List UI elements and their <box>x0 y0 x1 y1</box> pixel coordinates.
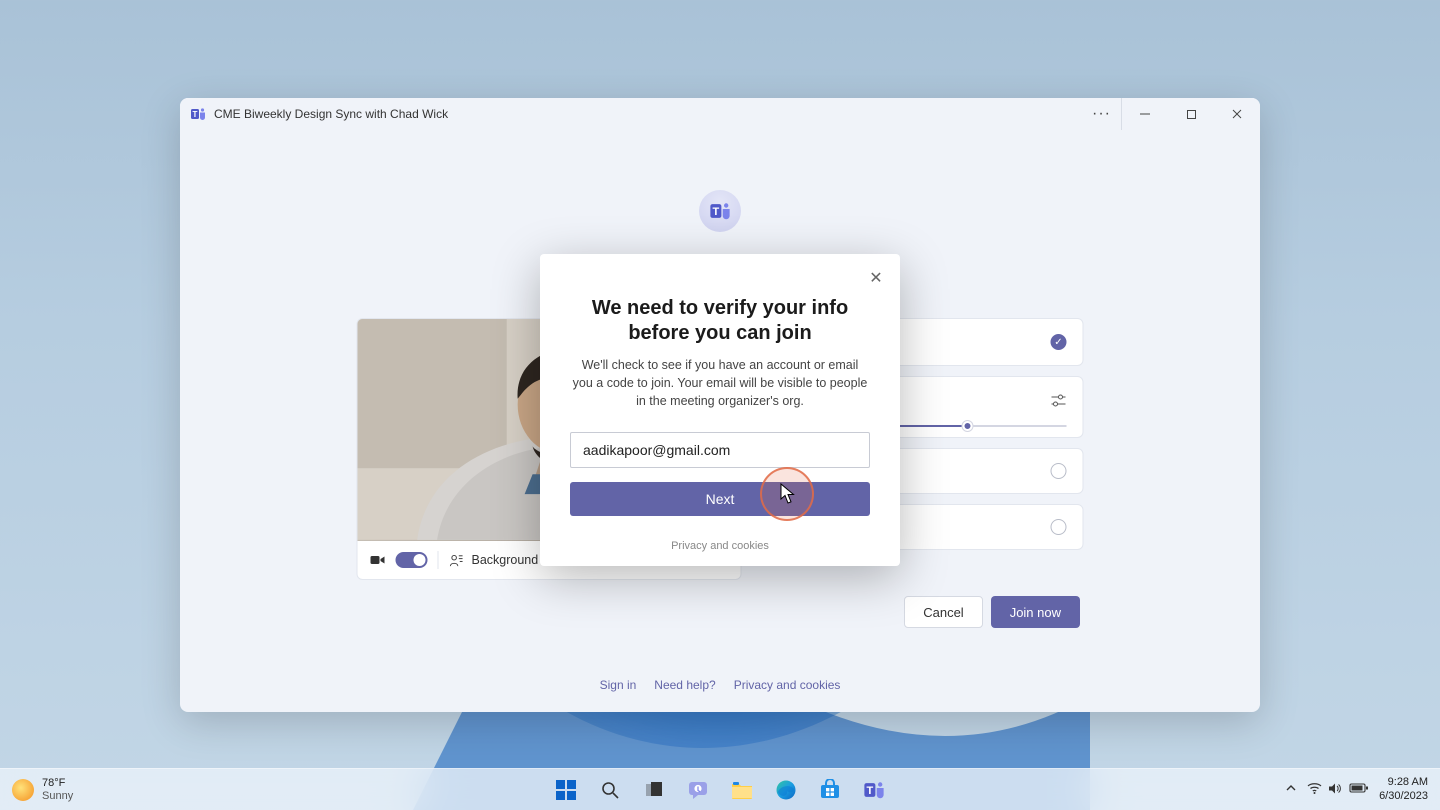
teams-app-icon: T <box>190 106 206 122</box>
need-help-link[interactable]: Need help? <box>654 678 715 692</box>
window-controls: ··· <box>1082 98 1260 130</box>
next-button[interactable]: Next <box>570 482 870 516</box>
dialog-body: We'll check to see if you have an accoun… <box>570 356 870 410</box>
taskbar-app-edge[interactable] <box>767 771 805 809</box>
camera-icon <box>370 552 386 568</box>
taskbar-app-explorer[interactable] <box>723 771 761 809</box>
titlebar: T CME Biweekly Design Sync with Chad Wic… <box>180 98 1260 130</box>
wifi-icon[interactable] <box>1307 782 1322 798</box>
window-minimize-button[interactable] <box>1122 98 1168 130</box>
taskbar: 78°F Sunny <box>0 768 1440 810</box>
verify-info-dialog: ✕ We need to verify your info before you… <box>540 254 900 566</box>
taskbar-app-chat[interactable] <box>679 771 717 809</box>
person-effects-icon <box>449 553 464 568</box>
radio-unchecked-icon <box>1051 519 1067 535</box>
join-now-button[interactable]: Join now <box>991 596 1080 628</box>
window-maximize-button[interactable] <box>1168 98 1214 130</box>
privacy-link[interactable]: Privacy and cookies <box>734 678 841 692</box>
window-close-button[interactable] <box>1214 98 1260 130</box>
window-title: CME Biweekly Design Sync with Chad Wick <box>214 107 448 121</box>
radio-checked-icon <box>1051 334 1067 350</box>
battery-icon[interactable] <box>1349 782 1369 797</box>
radio-unchecked-icon <box>1051 463 1067 479</box>
footer-links: Sign in Need help? Privacy and cookies <box>600 678 841 692</box>
dialog-privacy-link[interactable]: Privacy and cookies <box>570 540 870 552</box>
window-more-button[interactable]: ··· <box>1082 98 1122 130</box>
sliders-icon <box>1051 394 1067 411</box>
clock-time: 9:28 AM <box>1379 776 1428 789</box>
volume-icon[interactable] <box>1328 782 1343 798</box>
taskbar-right: 9:28 AM 6/30/2023 <box>1285 776 1428 802</box>
volume-slider-thumb[interactable] <box>963 421 973 431</box>
task-view-button[interactable] <box>635 771 673 809</box>
taskbar-app-teams[interactable]: T <box>855 771 893 809</box>
dialog-title: We need to verify your info before you c… <box>570 296 870 346</box>
separator <box>438 551 439 569</box>
weather-desc: Sunny <box>42 790 73 802</box>
svg-text:T: T <box>713 206 720 218</box>
cancel-button[interactable]: Cancel <box>904 596 982 628</box>
camera-toggle[interactable] <box>396 552 428 568</box>
start-button[interactable] <box>547 771 585 809</box>
clock-date: 6/30/2023 <box>1379 790 1428 803</box>
weather-sun-icon <box>12 779 34 801</box>
svg-text:T: T <box>193 110 198 119</box>
search-button[interactable] <box>591 771 629 809</box>
taskbar-center-icons: T <box>547 771 893 809</box>
teams-brand-icon: T <box>699 190 741 232</box>
taskbar-app-store[interactable] <box>811 771 849 809</box>
taskbar-weather[interactable]: 78°F Sunny <box>12 777 73 801</box>
tray-chevron-icon[interactable] <box>1285 782 1297 797</box>
signin-link[interactable]: Sign in <box>600 678 637 692</box>
taskbar-clock[interactable]: 9:28 AM 6/30/2023 <box>1379 776 1428 802</box>
weather-temp: 78°F <box>42 777 73 789</box>
dialog-close-button[interactable]: ✕ <box>866 268 886 288</box>
svg-text:T: T <box>867 785 874 797</box>
email-input[interactable] <box>570 432 870 468</box>
